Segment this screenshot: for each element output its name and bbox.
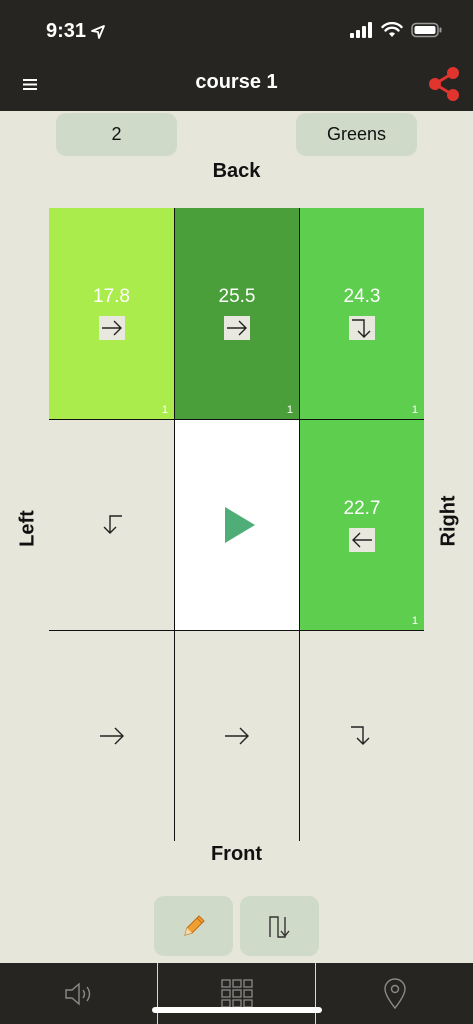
pencil-icon: [183, 915, 205, 936]
tab-sound[interactable]: [0, 963, 157, 1024]
location-arrow-icon: [91, 24, 105, 39]
grid-cell-front-left[interactable]: [49, 630, 174, 841]
grid-cell-back-left[interactable]: 17.8 1: [49, 208, 174, 419]
grid-cell-back-right[interactable]: 24.3 1: [299, 208, 424, 419]
grid-cell-front-right[interactable]: [299, 630, 424, 841]
slope-value: 22.7: [343, 498, 381, 519]
tab-map[interactable]: [316, 963, 473, 1024]
page-title: course 1: [195, 71, 278, 93]
arrow-left-down-icon: [97, 512, 127, 538]
putt-count: 1: [411, 404, 418, 416]
status-time-group: 9:31: [46, 20, 106, 43]
status-icons: [349, 22, 443, 38]
left-label: Left: [16, 510, 39, 547]
grid-cell-front-center[interactable]: [174, 630, 299, 841]
battery-icon: [411, 22, 442, 38]
arrow-right-down-icon: [349, 316, 375, 340]
speaker-icon: [64, 981, 90, 1006]
view-mode-button[interactable]: Greens: [296, 113, 417, 156]
grid-cell-back-center[interactable]: 25.5 1: [174, 208, 299, 419]
wifi-icon: [381, 22, 403, 37]
tab-grid[interactable]: [157, 963, 316, 1024]
hole-number-button[interactable]: 2: [56, 113, 177, 156]
bottom-tab-bar: [0, 963, 473, 1024]
slope-value: 17.8: [93, 286, 130, 307]
arrow-left-icon: [349, 528, 375, 552]
slope-value: 25.5: [218, 286, 256, 307]
top-bar: 9:31 course 1: [0, 0, 473, 111]
slope-value: 24.3: [343, 286, 381, 307]
arrow-right-icon: [222, 723, 252, 749]
arrow-right-down-icon: [347, 723, 377, 749]
edit-button[interactable]: [154, 896, 233, 956]
route-icon: [268, 916, 290, 938]
back-label: Back: [212, 160, 261, 182]
putt-count: 1: [286, 404, 293, 416]
map-pin-icon: [383, 977, 406, 1009]
home-indicator[interactable]: [152, 1007, 322, 1013]
grid-cell-center[interactable]: [174, 419, 299, 630]
putt-count: 1: [161, 404, 168, 416]
cellular-signal-icon: [350, 22, 372, 38]
green-grid: 17.8 1 25.5 1 24.3 1 22.7 1: [49, 208, 424, 841]
share-button[interactable]: [425, 64, 463, 104]
putt-count: 1: [411, 615, 418, 627]
play-icon[interactable]: [225, 507, 255, 543]
grid-icon: [220, 978, 253, 1008]
arrow-right-icon: [224, 316, 250, 340]
grid-cell-middle-right[interactable]: 22.7 1: [299, 419, 424, 630]
right-label: Right: [437, 495, 460, 547]
route-button[interactable]: [240, 896, 319, 956]
front-label: Front: [210, 843, 263, 865]
grid-cell-middle-left[interactable]: [49, 419, 174, 630]
arrow-right-icon: [98, 316, 125, 340]
arrow-right-icon: [97, 723, 127, 749]
status-time: 9:31: [46, 20, 87, 42]
share-icon: [429, 67, 459, 101]
